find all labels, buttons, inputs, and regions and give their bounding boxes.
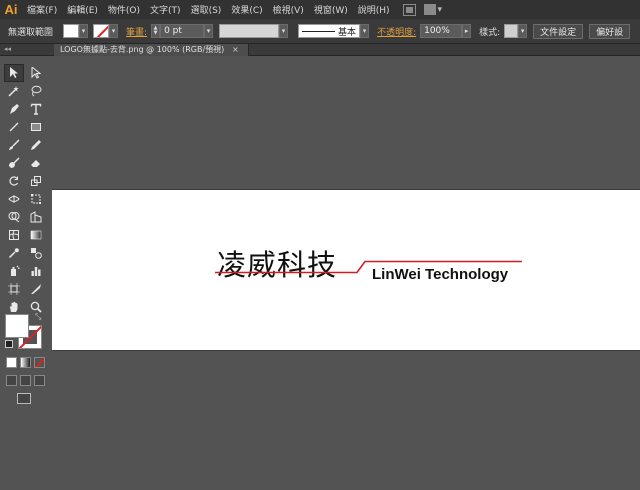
menu-help[interactable]: 說明(H): [353, 3, 395, 16]
selection-status: 無選取範圍: [8, 27, 54, 38]
graphic-style-swatch[interactable]: [504, 24, 519, 38]
artboard-tool-icon[interactable]: [4, 280, 24, 298]
stroke-weight-field[interactable]: 0 pt: [160, 24, 205, 38]
symbol-sprayer-tool-icon[interactable]: [4, 262, 24, 280]
swap-fill-stroke-icon[interactable]: ⤡: [35, 312, 41, 322]
rotate-tool-icon[interactable]: [4, 172, 24, 190]
tools-panel-collapse[interactable]: ◂◂: [0, 44, 50, 56]
rectangle-tool-icon[interactable]: [26, 118, 46, 136]
fill-swatch[interactable]: [63, 24, 80, 38]
canvas-area[interactable]: 凌威科技 LinWei Technology: [50, 57, 640, 490]
brush-definition-label: 基本: [338, 27, 357, 38]
fill-stroke-widget: ⤡: [4, 312, 46, 352]
stroke-line-icon: [302, 30, 336, 32]
free-transform-tool-icon[interactable]: [26, 190, 46, 208]
scale-tool-icon[interactable]: [26, 172, 46, 190]
shape-builder-tool-icon[interactable]: [4, 208, 24, 226]
paintbrush-tool-icon[interactable]: [4, 136, 24, 154]
preferences-button[interactable]: 偏好設: [589, 23, 631, 39]
fill-dropdown-icon[interactable]: ▾: [79, 24, 89, 38]
tools-panel: ◂◂ ⤡: [0, 44, 50, 490]
draw-behind-icon[interactable]: [20, 375, 31, 386]
control-bar: 無選取範圍 ▾ ▾ 筆畫: ▲ ▼ 0 pt ▾ ▾ 基本 ▾ 不透明度: 100…: [0, 19, 640, 44]
menu-bar: Ai 檔案(F) 編輯(E) 物件(O) 文字(T) 選取(S) 效果(C) 檢…: [0, 0, 640, 19]
direct-selection-tool-icon[interactable]: [26, 64, 46, 82]
type-tool-icon[interactable]: [26, 100, 46, 118]
opacity-dropdown-icon[interactable]: ▸: [462, 24, 472, 38]
bridge-icon[interactable]: [402, 3, 416, 16]
none-mode-icon[interactable]: [34, 357, 45, 368]
eyedropper-tool-icon[interactable]: [4, 244, 24, 262]
width-tool-icon[interactable]: [4, 190, 24, 208]
menu-type[interactable]: 文字(T): [145, 3, 186, 16]
gradient-mode-icon[interactable]: [20, 357, 31, 368]
document-tab-title: LOGO無據點-去背.png @ 100% (RGB/預視): [60, 45, 225, 54]
draw-normal-icon[interactable]: [6, 375, 17, 386]
column-graph-tool-icon[interactable]: [26, 262, 46, 280]
stroke-swatch[interactable]: [93, 24, 110, 38]
slice-tool-icon[interactable]: [26, 280, 46, 298]
screen-mode-icon[interactable]: [17, 393, 31, 404]
menu-edit[interactable]: 編輯(E): [62, 3, 103, 16]
artboard[interactable]: 凌威科技 LinWei Technology: [52, 189, 640, 351]
opacity-field[interactable]: 100%: [420, 24, 463, 38]
stroke-weight-stepper[interactable]: ▲ ▼: [151, 24, 161, 38]
magic-wand-tool-icon[interactable]: [4, 82, 24, 100]
document-tabs: LOGO無據點-去背.png @ 100% (RGB/預視) ×: [50, 44, 640, 56]
lasso-tool-icon[interactable]: [26, 82, 46, 100]
perspective-grid-tool-icon[interactable]: [26, 208, 46, 226]
menu-object[interactable]: 物件(O): [103, 3, 145, 16]
close-icon[interactable]: ×: [232, 44, 239, 56]
color-mode-icon[interactable]: [6, 357, 17, 368]
line-segment-tool-icon[interactable]: [4, 118, 24, 136]
menu-select[interactable]: 選取(S): [186, 3, 227, 16]
tools-grid: [4, 64, 48, 316]
brush-dropdown-icon[interactable]: ▾: [360, 24, 370, 38]
stroke-dropdown-icon[interactable]: ▾: [109, 24, 119, 38]
gradient-tool-icon[interactable]: [26, 226, 46, 244]
blob-brush-tool-icon[interactable]: [4, 154, 24, 172]
draw-inside-icon[interactable]: [34, 375, 45, 386]
menu-window[interactable]: 視窗(W): [309, 3, 353, 16]
stroke-label[interactable]: 筆畫:: [126, 25, 147, 38]
selection-tool-icon[interactable]: [4, 64, 24, 82]
draw-modes: [6, 375, 45, 386]
blend-tool-icon[interactable]: [26, 244, 46, 262]
style-label: 樣式:: [479, 27, 501, 38]
document-setup-button[interactable]: 文件設定: [533, 23, 584, 39]
arrange-documents-icon[interactable]: ▾: [423, 4, 442, 15]
default-fill-stroke-icon[interactable]: [5, 340, 13, 348]
pencil-tool-icon[interactable]: [26, 136, 46, 154]
menu-view[interactable]: 檢視(V): [268, 3, 309, 16]
menu-file[interactable]: 檔案(F): [22, 3, 62, 16]
eraser-tool-icon[interactable]: [26, 154, 46, 172]
menu-effect[interactable]: 效果(C): [226, 3, 267, 16]
variable-width-dropdown-icon[interactable]: ▾: [279, 24, 289, 38]
app-logo: Ai: [4, 2, 18, 17]
document-tab[interactable]: LOGO無據點-去背.png @ 100% (RGB/預視) ×: [54, 44, 249, 56]
fill-color-box[interactable]: [5, 314, 29, 338]
mesh-tool-icon[interactable]: [4, 226, 24, 244]
variable-width-profile[interactable]: [219, 24, 280, 38]
opacity-label[interactable]: 不透明度:: [377, 25, 416, 38]
logo-english-text: LinWei Technology: [372, 266, 509, 283]
pen-tool-icon[interactable]: [4, 100, 24, 118]
style-dropdown-icon[interactable]: ▾: [518, 24, 528, 38]
stroke-weight-dropdown-icon[interactable]: ▾: [204, 24, 214, 38]
color-modes: [6, 357, 45, 368]
brush-definition[interactable]: 基本: [298, 24, 361, 38]
